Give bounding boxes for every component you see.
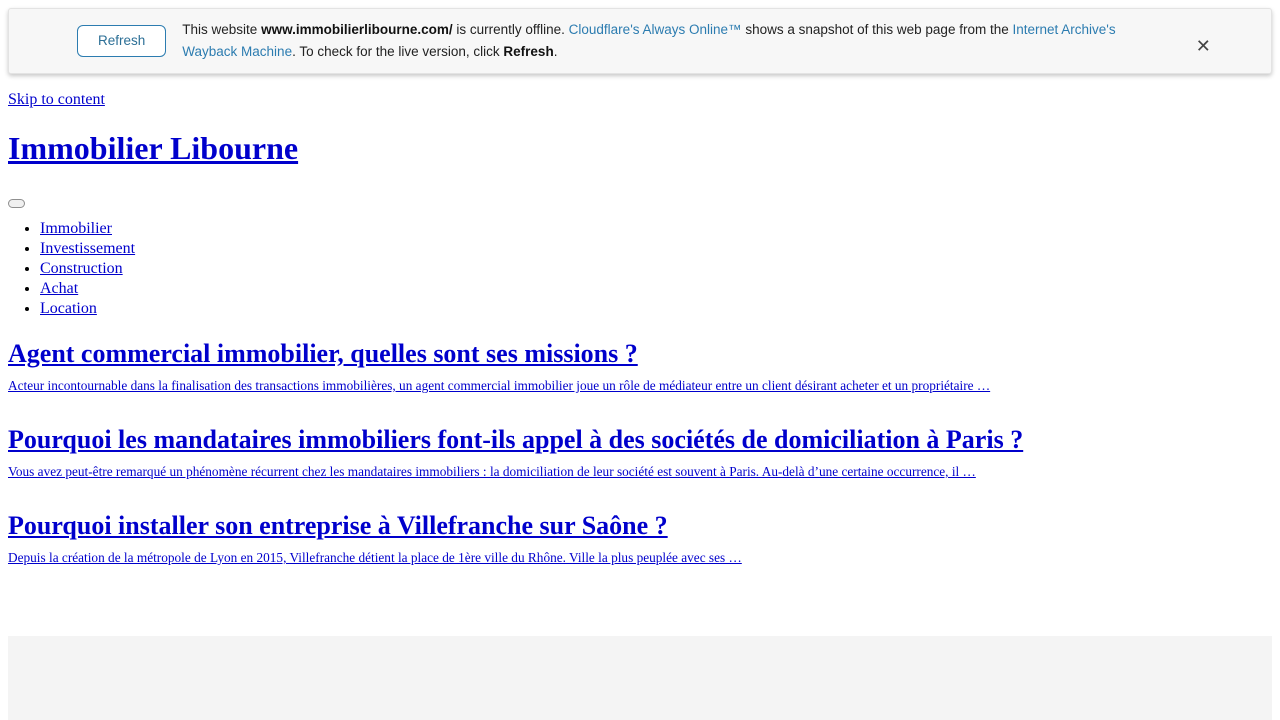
- post-title: Pourquoi installer son entreprise à Vill…: [0, 510, 1280, 541]
- banner-text-2: is currently offline.: [452, 22, 569, 37]
- primary-navigation: Immobilier Investissement Construction A…: [0, 219, 135, 319]
- nav-item-investissement[interactable]: Investissement: [40, 239, 135, 259]
- always-online-link[interactable]: Cloudflare's Always Online™: [569, 22, 742, 37]
- nav-link-immobilier[interactable]: Immobilier: [40, 220, 112, 237]
- banner-text-4: . To check for the live version, click: [292, 44, 504, 59]
- post-title: Agent commercial immobilier, quelles son…: [0, 338, 1280, 369]
- site-title-link[interactable]: Immobilier Libourne: [8, 130, 298, 166]
- nav-link-construction[interactable]: Construction: [40, 260, 123, 277]
- close-icon[interactable]: ✕: [1196, 37, 1211, 55]
- post-title-link[interactable]: Pourquoi installer son entreprise à Vill…: [8, 511, 668, 540]
- post-item: Agent commercial immobilier, quelles son…: [0, 338, 1280, 394]
- refresh-button[interactable]: Refresh: [77, 25, 167, 57]
- post-excerpt: Depuis la création de la métropole de Ly…: [0, 541, 1280, 566]
- banner-text-5: .: [553, 44, 558, 59]
- nav-item-location[interactable]: Location: [40, 299, 135, 319]
- post-spacer: [0, 394, 1280, 424]
- nav-item-achat[interactable]: Achat: [40, 279, 135, 299]
- nav-link-investissement[interactable]: Investissement: [40, 240, 135, 257]
- post-excerpt: Vous avez peut-être remarqué un phénomèn…: [0, 455, 1280, 480]
- banner-refresh-word: Refresh: [503, 44, 554, 59]
- post-list: Agent commercial immobilier, quelles son…: [0, 338, 1280, 566]
- banner-message: This website www.immobilierlibourne.com/…: [182, 19, 1168, 63]
- nav-list: Immobilier Investissement Construction A…: [0, 219, 135, 319]
- menu-toggle-button[interactable]: [8, 199, 25, 208]
- cloudflare-always-online-banner: Refresh This website www.immobilierlibou…: [8, 8, 1272, 74]
- post-spacer: [0, 480, 1280, 510]
- banner-text-1: This website: [182, 22, 262, 37]
- post-title-link[interactable]: Agent commercial immobilier, quelles son…: [8, 339, 638, 368]
- post-excerpt-link[interactable]: Vous avez peut-être remarqué un phénomèn…: [8, 464, 976, 479]
- nav-link-achat[interactable]: Achat: [40, 280, 78, 297]
- nav-item-construction[interactable]: Construction: [40, 259, 135, 279]
- post-excerpt-link[interactable]: Acteur incontournable dans la finalisati…: [8, 378, 990, 393]
- post-excerpt-link[interactable]: Depuis la création de la métropole de Ly…: [8, 550, 742, 565]
- nav-item-immobilier[interactable]: Immobilier: [40, 219, 135, 239]
- post-excerpt: Acteur incontournable dans la finalisati…: [0, 369, 1280, 394]
- banner-text-3: shows a snapshot of this web page from t…: [741, 22, 1013, 37]
- post-item: Pourquoi les mandataires immobiliers fon…: [0, 424, 1280, 480]
- skip-to-content-link[interactable]: Skip to content: [8, 91, 105, 109]
- post-title-link[interactable]: Pourquoi les mandataires immobiliers fon…: [8, 425, 1023, 454]
- post-item: Pourquoi installer son entreprise à Vill…: [0, 510, 1280, 566]
- close-button-container: ✕: [1168, 19, 1238, 55]
- banner-site-domain: www.immobilierlibourne.com/: [261, 22, 453, 37]
- post-title: Pourquoi les mandataires immobiliers fon…: [0, 424, 1280, 455]
- page-title: Immobilier Libourne: [8, 130, 298, 167]
- footer-placeholder-block: [8, 636, 1272, 720]
- nav-link-location[interactable]: Location: [40, 300, 97, 317]
- refresh-button-container: Refresh: [9, 25, 182, 57]
